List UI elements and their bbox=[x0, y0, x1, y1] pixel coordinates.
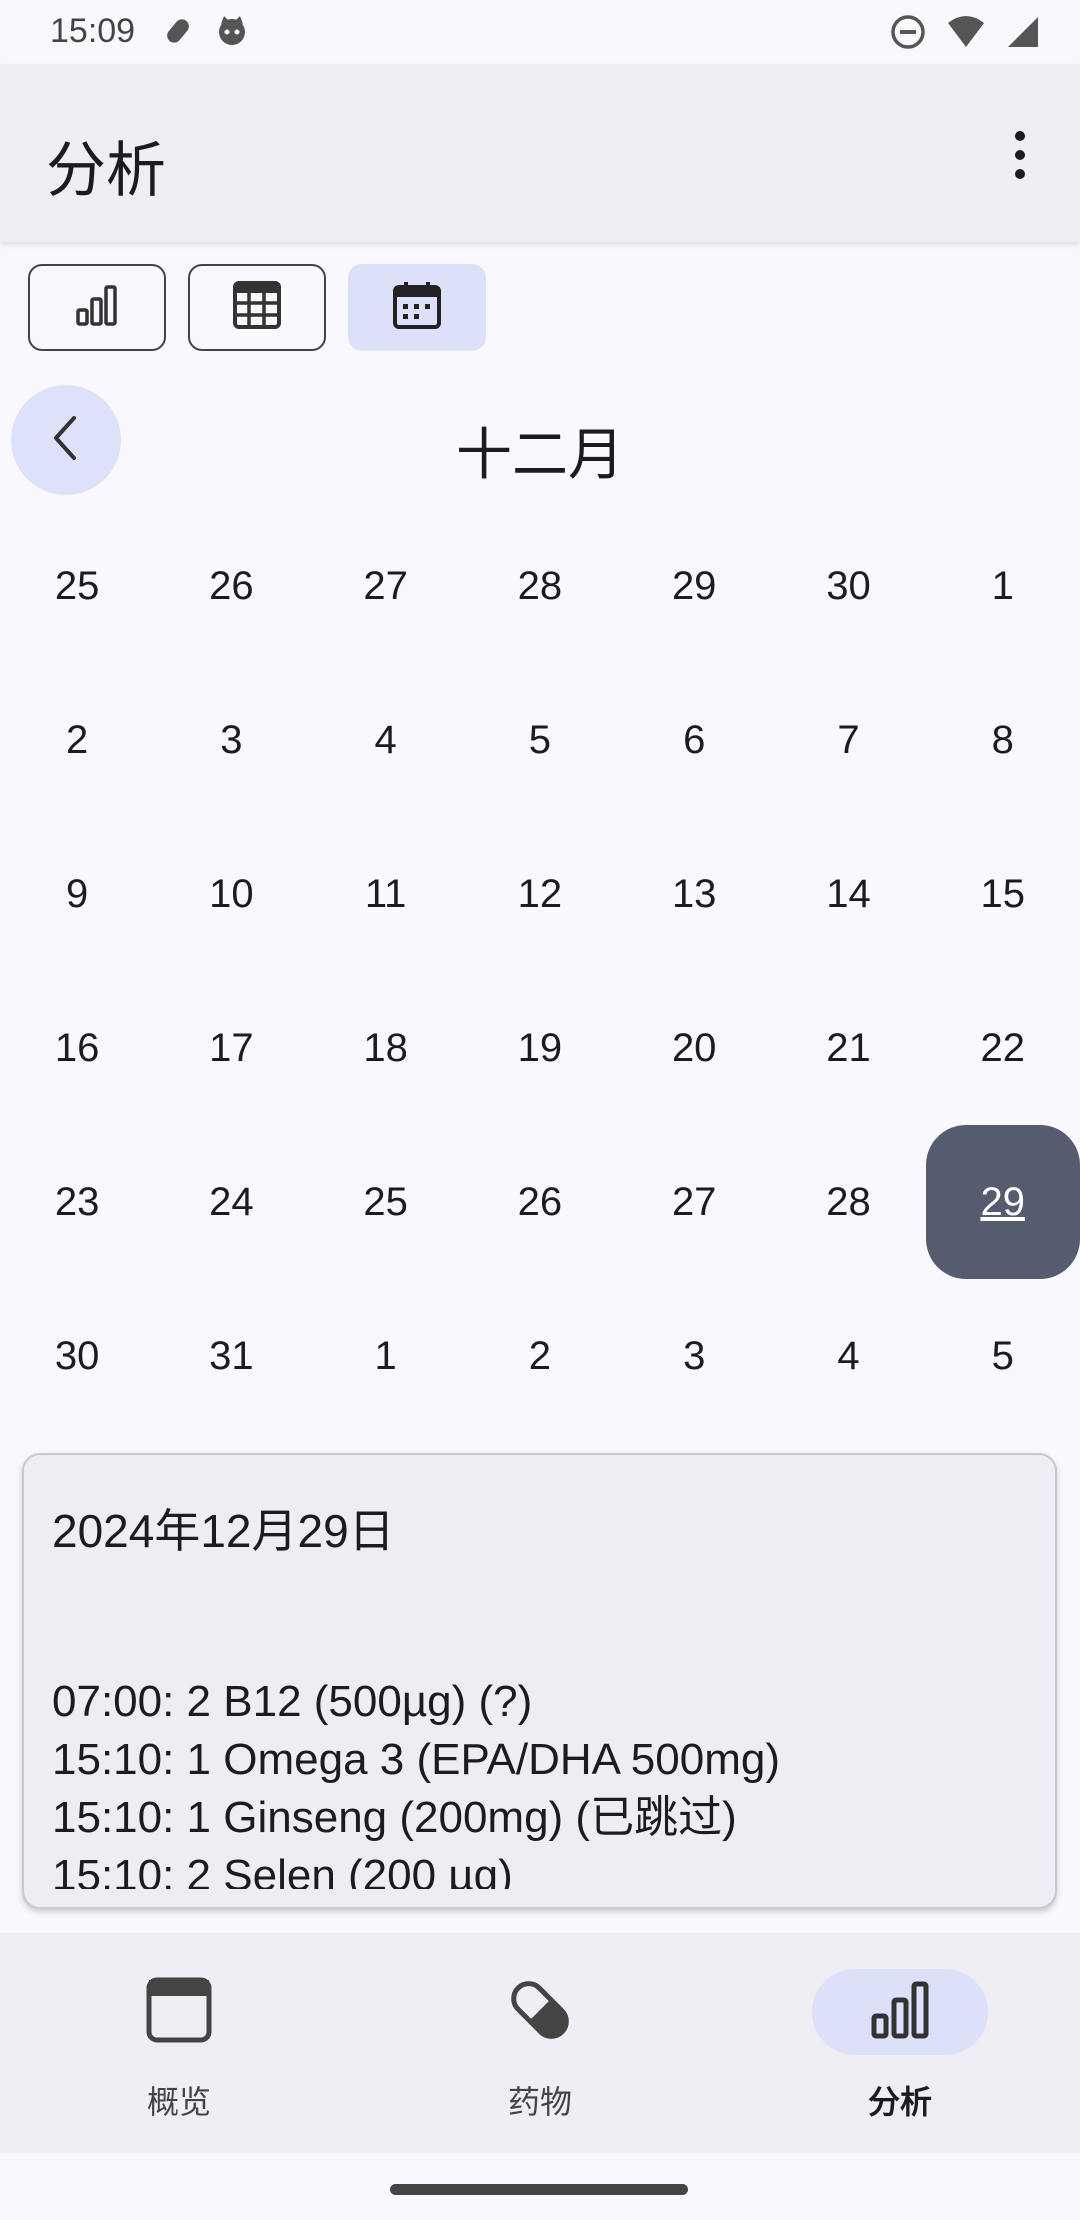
calendar-day[interactable]: 13 bbox=[617, 817, 771, 971]
calendar-day[interactable]: 28 bbox=[771, 1125, 925, 1279]
calendar-day[interactable]: 5 bbox=[463, 663, 617, 817]
calendar-day[interactable]: 31 bbox=[154, 1279, 308, 1433]
calendar-day[interactable]: 19 bbox=[463, 971, 617, 1125]
intake-entry: 15:10: 2 Selen (200 µg) bbox=[52, 1851, 513, 1889]
calendar-day[interactable]: 25 bbox=[309, 1125, 463, 1279]
calendar-day[interactable]: 28 bbox=[463, 509, 617, 663]
calendar-window-icon bbox=[144, 1975, 214, 2050]
pill-icon bbox=[505, 1975, 575, 2050]
intake-entry: 07:00: 2 B12 (500µg) (?) bbox=[52, 1677, 533, 1726]
calendar-day[interactable]: 20 bbox=[617, 971, 771, 1125]
calendar-day[interactable]: 1 bbox=[926, 509, 1080, 663]
nav-label: 分析 bbox=[867, 2084, 932, 2120]
nav-label: 概览 bbox=[146, 2084, 211, 2120]
intake-entry: 15:10: 1 Omega 3 (EPA/DHA 500mg) bbox=[52, 1735, 780, 1784]
status-bar: 15:09 bbox=[0, 0, 1080, 64]
table-icon bbox=[232, 280, 282, 335]
bar-chart-icon bbox=[74, 284, 120, 331]
table-view-button[interactable] bbox=[188, 264, 326, 351]
calendar-day[interactable]: 23 bbox=[0, 1125, 154, 1279]
more-vert-icon[interactable] bbox=[990, 120, 1050, 190]
calendar-day[interactable]: 3 bbox=[617, 1279, 771, 1433]
calendar-day[interactable]: 3 bbox=[154, 663, 308, 817]
calendar-day[interactable]: 2 bbox=[0, 663, 154, 817]
calendar-day[interactable]: 15 bbox=[926, 817, 1080, 971]
cat-face-icon bbox=[215, 14, 249, 53]
calendar-day[interactable]: 14 bbox=[771, 817, 925, 971]
nav-item-overview[interactable]: 概览 bbox=[79, 1969, 279, 2123]
calendar-grid: 25 26 27 28 29 30 1 2 3 4 5 6 7 8 9 10 1… bbox=[0, 509, 1080, 1433]
calendar-icon bbox=[392, 280, 442, 335]
calendar-day[interactable]: 30 bbox=[771, 509, 925, 663]
calendar-day[interactable]: 10 bbox=[154, 817, 308, 971]
do-not-disturb-icon bbox=[890, 14, 926, 55]
pill-icon bbox=[165, 14, 193, 53]
calendar-day[interactable]: 5 bbox=[926, 1279, 1080, 1433]
calendar-view-button[interactable] bbox=[348, 264, 486, 351]
calendar-day[interactable]: 1 bbox=[309, 1279, 463, 1433]
bottom-navigation: 概览 药物 分析 bbox=[0, 1933, 1080, 2153]
intake-list[interactable]: 07:00: 2 B12 (500µg) (?) 15:10: 1 Omega … bbox=[52, 1673, 1032, 1889]
home-gesture-handle[interactable] bbox=[390, 2184, 688, 2195]
calendar-day[interactable]: 21 bbox=[771, 971, 925, 1125]
calendar-day[interactable]: 4 bbox=[771, 1279, 925, 1433]
calendar-day[interactable]: 8 bbox=[926, 663, 1080, 817]
status-time: 15:09 bbox=[50, 12, 136, 50]
wifi-icon bbox=[946, 15, 986, 54]
intake-entry: 15:10: 1 Ginseng (200mg) (已跳过) bbox=[52, 1793, 737, 1842]
detail-date: 2024年12月29日 bbox=[52, 1505, 395, 1557]
calendar-week: 23 24 25 26 27 28 29 bbox=[0, 1125, 1080, 1279]
calendar-day[interactable]: 2 bbox=[463, 1279, 617, 1433]
calendar-week: 16 17 18 19 20 21 22 bbox=[0, 971, 1080, 1125]
calendar-week: 25 26 27 28 29 30 1 bbox=[0, 509, 1080, 663]
calendar-day[interactable]: 25 bbox=[0, 509, 154, 663]
calendar-day[interactable]: 7 bbox=[771, 663, 925, 817]
month-title: 十二月 bbox=[456, 423, 624, 486]
calendar-day[interactable]: 16 bbox=[0, 971, 154, 1125]
calendar-week: 2 3 4 5 6 7 8 bbox=[0, 663, 1080, 817]
calendar-day[interactable]: 6 bbox=[617, 663, 771, 817]
bar-chart-view-button[interactable] bbox=[28, 264, 166, 351]
calendar-day[interactable]: 29 bbox=[617, 509, 771, 663]
calendar-day[interactable]: 30 bbox=[0, 1279, 154, 1433]
nav-item-medications[interactable]: 药物 bbox=[440, 1969, 640, 2123]
calendar-day[interactable]: 26 bbox=[463, 1125, 617, 1279]
day-detail-card[interactable]: 2024年12月29日 07:00: 2 B12 (500µg) (?) 15:… bbox=[22, 1453, 1057, 1909]
calendar-day[interactable]: 11 bbox=[309, 817, 463, 971]
calendar-day[interactable]: 27 bbox=[617, 1125, 771, 1279]
calendar-week: 9 10 11 12 13 14 15 bbox=[0, 817, 1080, 971]
calendar-week: 30 31 1 2 3 4 5 bbox=[0, 1279, 1080, 1433]
calendar-day[interactable]: 4 bbox=[309, 663, 463, 817]
calendar-day[interactable]: 18 bbox=[309, 971, 463, 1125]
calendar-day[interactable]: 22 bbox=[926, 971, 1080, 1125]
nav-item-analysis[interactable]: 分析 bbox=[800, 1969, 1000, 2123]
bar-chart-icon bbox=[870, 1980, 930, 2045]
calendar-day[interactable]: 9 bbox=[0, 817, 154, 971]
calendar-day[interactable]: 27 bbox=[309, 509, 463, 663]
cell-signal-icon bbox=[1006, 15, 1040, 54]
calendar-day[interactable]: 12 bbox=[463, 817, 617, 971]
nav-label: 药物 bbox=[507, 2084, 572, 2120]
calendar-day[interactable]: 24 bbox=[154, 1125, 308, 1279]
calendar-day[interactable]: 17 bbox=[154, 971, 308, 1125]
calendar-day[interactable]: 26 bbox=[154, 509, 308, 663]
calendar-day-selected[interactable]: 29 bbox=[925, 1125, 1080, 1279]
gesture-bar bbox=[0, 2153, 1080, 2220]
top-app-bar: 分析 bbox=[0, 64, 1080, 242]
page-title: 分析 bbox=[46, 137, 166, 204]
